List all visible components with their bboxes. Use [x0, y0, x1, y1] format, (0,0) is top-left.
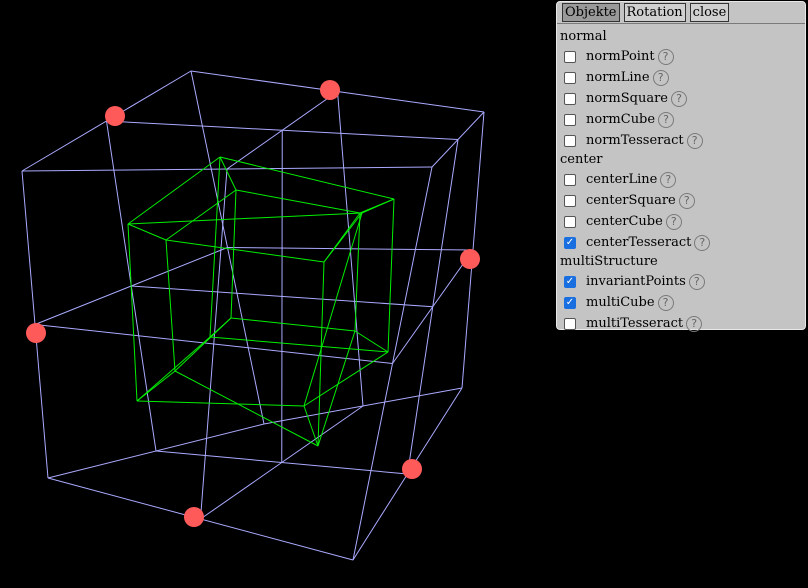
- edge: [303, 212, 363, 407]
- option-label[interactable]: centerTesseract: [586, 235, 691, 250]
- checkbox-normcube[interactable]: [564, 113, 576, 126]
- invariant-point: [460, 249, 480, 269]
- invariant-point: [184, 507, 204, 527]
- option-row-centersquare: centerSquare?: [560, 190, 805, 211]
- option-label[interactable]: multiTesseract: [586, 316, 683, 331]
- option-row-multitesseract: multiTesseract?: [560, 313, 805, 334]
- checkbox-normpoint[interactable]: [564, 50, 576, 63]
- edge: [209, 336, 389, 353]
- edge: [127, 212, 363, 225]
- option-label[interactable]: invariantPoints: [586, 274, 686, 289]
- edge: [317, 330, 356, 447]
- help-icon[interactable]: ?: [671, 90, 687, 107]
- edge: [174, 370, 319, 447]
- checkbox-normtesseract[interactable]: [564, 134, 576, 147]
- help-icon[interactable]: ?: [657, 48, 674, 65]
- edge: [136, 400, 305, 407]
- invariant-point: [105, 106, 125, 126]
- edge: [235, 189, 361, 214]
- edge: [354, 330, 389, 353]
- option-label[interactable]: centerLine: [586, 172, 657, 187]
- edge: [230, 189, 237, 319]
- checkbox-invariantpoints[interactable]: ✓: [564, 275, 576, 288]
- control-panel: Objekte Rotation close normal normPoint? nor…: [556, 1, 806, 332]
- option-row-normtesseract: normTesseract?: [560, 130, 805, 151]
- group-title-multistructure: multiStructure: [560, 254, 658, 269]
- edge: [165, 239, 176, 372]
- help-icon[interactable]: ?: [660, 171, 677, 188]
- checkbox-multitesseract[interactable]: [564, 317, 576, 330]
- option-row-normline: normLine?: [560, 67, 805, 88]
- edge: [317, 261, 325, 447]
- edge: [230, 317, 356, 332]
- objects-list: normal normPoint? normLine? normSquare? norm…: [557, 24, 805, 334]
- option-label[interactable]: normSquare: [586, 91, 668, 106]
- help-icon[interactable]: ?: [657, 294, 674, 311]
- checkbox-centertesseract[interactable]: ✓: [564, 236, 576, 249]
- edge: [323, 212, 363, 263]
- edge: [136, 370, 176, 402]
- tab-objekte[interactable]: Objekte: [562, 3, 620, 22]
- edge: [34, 324, 393, 364]
- multi-cube-wireframe: [21, 70, 485, 561]
- option-row-multicube: ✓ multiCube?: [560, 292, 805, 313]
- option-label[interactable]: multiCube: [586, 295, 655, 310]
- checkbox-centersquare[interactable]: [564, 194, 576, 207]
- option-label[interactable]: normTesseract: [586, 133, 684, 148]
- help-icon[interactable]: ?: [678, 192, 695, 209]
- option-row-normpoint: normPoint?: [560, 46, 805, 67]
- tab-rotation[interactable]: Rotation: [623, 3, 686, 22]
- help-icon[interactable]: ?: [694, 234, 711, 251]
- help-icon[interactable]: ?: [686, 132, 703, 149]
- option-row-centerline: centerLine?: [560, 169, 805, 190]
- tab-close[interactable]: close: [689, 3, 730, 22]
- checkbox-centerline[interactable]: [564, 173, 576, 186]
- option-row-centertesseract: ✓ centerTesseract?: [560, 232, 805, 253]
- invariant-point: [26, 323, 46, 343]
- help-icon[interactable]: ?: [686, 315, 703, 332]
- help-icon[interactable]: ?: [665, 213, 682, 230]
- option-row-centercube: centerCube?: [560, 211, 805, 232]
- option-label[interactable]: normCube: [586, 112, 655, 127]
- help-icon[interactable]: ?: [688, 273, 705, 290]
- edge: [165, 189, 237, 241]
- checkbox-multicube[interactable]: ✓: [564, 296, 576, 309]
- checkbox-centercube[interactable]: [564, 215, 576, 228]
- help-icon[interactable]: ?: [658, 111, 675, 128]
- edge: [165, 239, 325, 263]
- checkbox-normline[interactable]: [564, 71, 576, 84]
- edge: [127, 156, 221, 225]
- option-row-normcube: normCube?: [560, 109, 805, 130]
- option-row-normsquare: normSquare?: [560, 88, 805, 109]
- option-label[interactable]: centerSquare: [586, 193, 676, 208]
- option-label[interactable]: centerCube: [586, 214, 663, 229]
- invariant-point: [320, 80, 340, 100]
- edge: [387, 198, 395, 353]
- option-label[interactable]: normLine: [586, 70, 650, 85]
- invariant-point: [402, 459, 422, 479]
- edge: [219, 156, 237, 191]
- group-title-center: center: [560, 152, 603, 167]
- edge: [209, 317, 232, 338]
- option-label[interactable]: normPoint: [586, 49, 655, 64]
- edge: [392, 249, 474, 364]
- checkbox-normsquare[interactable]: [564, 92, 576, 105]
- group-title-normal: normal: [560, 29, 607, 44]
- help-icon[interactable]: ?: [652, 69, 669, 86]
- edge: [219, 156, 395, 200]
- edge: [354, 212, 361, 332]
- edge: [359, 198, 395, 214]
- tab-bar: Objekte Rotation close: [557, 2, 805, 24]
- edge: [127, 223, 167, 241]
- option-row-invariantpoints: ✓ invariantPoints?: [560, 271, 805, 292]
